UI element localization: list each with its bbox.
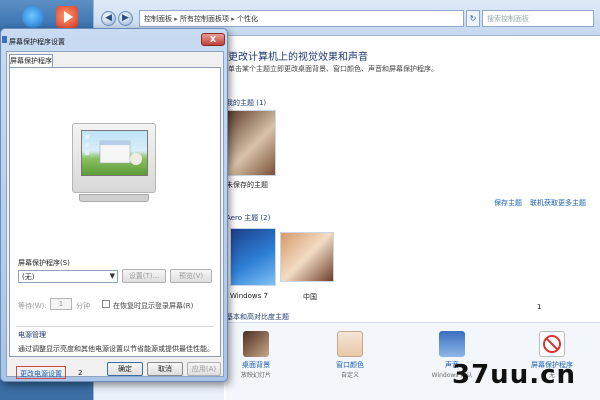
monitor-preview [72, 123, 156, 193]
search-input[interactable]: 搜索控制面板 [482, 10, 594, 27]
unsaved-theme-label[interactable]: 未保存的主题 [226, 180, 268, 190]
dialog-app-icon [2, 36, 7, 43]
chevron-down-icon: ▼ [109, 272, 115, 280]
wait-minutes-stepper[interactable]: 1 [50, 298, 72, 310]
windows7-theme-thumbnail[interactable] [230, 228, 276, 286]
screensaver-select[interactable]: (无) ▼ [18, 270, 118, 283]
media-player-icon[interactable] [56, 6, 78, 28]
wait-label: 等待(W): [18, 302, 47, 310]
screensaver-icon [539, 331, 565, 357]
screensaver-select-value: (无) [22, 273, 35, 281]
get-more-themes-link[interactable]: 联机获取更多主题 [530, 198, 586, 208]
annotation-number-2: 2 [78, 369, 83, 377]
basic-themes-heading: 基本和高对比度主题 [226, 313, 289, 321]
tab-panel: 屏幕保护程序(S) (无) ▼ 设置(T)... 预览(V) 等待(W): 1 … [9, 67, 221, 379]
preview-screen [81, 130, 148, 176]
window-color-label[interactable]: 窗口颜色 [320, 360, 380, 370]
power-management-description: 通过调整显示亮度和其他电源设置以节省能源或提供最佳性能。 [18, 345, 214, 353]
windows7-theme-label[interactable]: Windows 7 [230, 292, 268, 300]
china-theme-thumbnail[interactable] [280, 232, 334, 282]
page-subtitle: 单击某个主题立即更改桌面背景、窗口颜色、声音和屏幕保护程序。 [228, 65, 438, 73]
refresh-button[interactable]: ↻ [466, 10, 480, 27]
preview-button[interactable]: 预览(V) [170, 269, 212, 283]
tab-screensaver[interactable]: 屏幕保护程序 [9, 54, 53, 68]
divider [16, 326, 214, 327]
wait-unit: 分钟 [76, 302, 90, 310]
unsaved-theme-thumbnail[interactable] [226, 110, 276, 176]
aero-themes-heading: Aero 主题 (2) [226, 214, 271, 222]
monitor-stand [79, 194, 149, 202]
resume-logon-checkbox[interactable] [102, 300, 110, 308]
address-separator-icon: ▸ [174, 15, 178, 23]
forward-button[interactable]: ▶ [118, 11, 133, 26]
address-bar[interactable]: 控制面板 ▸ 所有控制面板项 ▸ 个性化 [139, 10, 464, 27]
dialog-title: 屏幕保护程序设置 [9, 38, 65, 46]
window-color-icon [337, 331, 363, 357]
dialog-body: 屏幕保护程序 屏幕保护程序(S) (无) ▼ 设置(T)... 预览(V) 等待… [6, 51, 224, 379]
address-part-personalization[interactable]: 个性化 [237, 15, 258, 23]
desktop-background-label[interactable]: 桌面背景 [226, 360, 286, 370]
china-theme-label[interactable]: 中国 [303, 292, 317, 302]
address-part-control-panel[interactable]: 控制面板 [144, 15, 172, 23]
desktop-background-value: 放映幻灯片 [240, 372, 271, 379]
sounds-icon [439, 331, 465, 357]
cancel-button[interactable]: 取消 [147, 362, 183, 376]
internet-explorer-icon[interactable] [22, 6, 44, 28]
screensaver-settings-dialog: 屏幕保护程序设置 X 屏幕保护程序 屏幕保护程序(S) (无) ▼ 设置(T).… [0, 28, 228, 382]
ok-button[interactable]: 确定 [107, 362, 143, 376]
page-counter-1: 1 [537, 303, 542, 311]
resume-logon-label[interactable]: 在恢复时显示登录屏幕(R) [113, 301, 193, 311]
address-part-all-items[interactable]: 所有控制面板项 [180, 15, 229, 23]
window-color-tile[interactable]: 窗口颜色 自定义 [320, 331, 380, 379]
power-management-heading: 电源管理 [18, 331, 46, 339]
watermark: 37uu.cn [452, 360, 576, 390]
desktop-background-tile[interactable]: 桌面背景 放映幻灯片 [226, 331, 286, 379]
page-title: 更改计算机上的视觉效果和声音 [228, 52, 368, 63]
desktop-background-icon [243, 331, 269, 357]
preview-desktop-image [85, 135, 142, 165]
back-button[interactable]: ◀ [101, 11, 116, 26]
my-themes-heading: 我的主题 (1) [226, 99, 267, 107]
change-power-settings-link[interactable]: 更改电源设置 [16, 366, 66, 379]
settings-button[interactable]: 设置(T)... [122, 269, 166, 283]
window-color-value: 自定义 [340, 372, 359, 379]
apply-button[interactable]: 应用(A) [187, 362, 221, 376]
screensaver-label: 屏幕保护程序(S) [18, 259, 70, 267]
address-separator-icon: ▸ [231, 15, 235, 23]
save-theme-link[interactable]: 保存主题 [494, 198, 522, 208]
close-button[interactable]: X [201, 33, 225, 46]
